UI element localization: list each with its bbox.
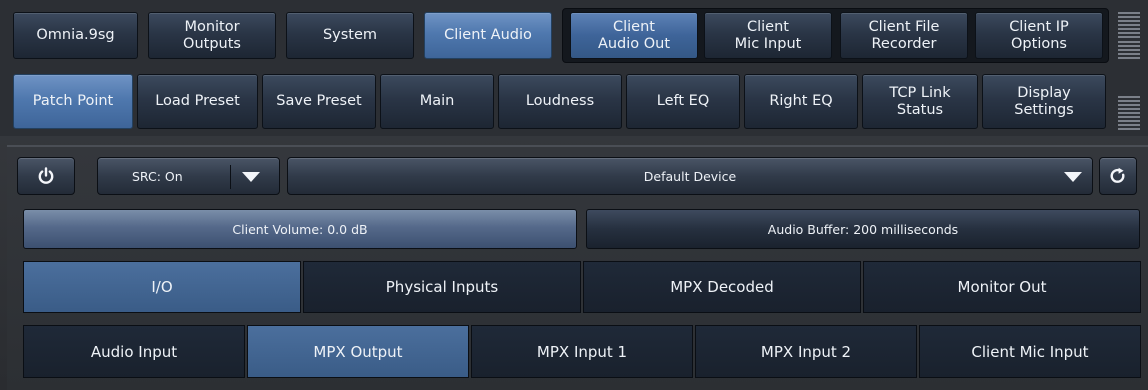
tab-monitor-out-label: Monitor Out [957,278,1047,296]
tab-client-audio-out[interactable]: Client Audio Out [570,12,698,59]
device-select[interactable]: Default Device [287,157,1093,195]
tab-main-label: Main [419,93,455,109]
tab-client-mic-input-source-label: Client Mic Input [971,342,1089,361]
tab-mpx-output[interactable]: MPX Output [247,325,469,378]
tab-io[interactable]: I/O [23,261,301,313]
device-chevron-down-icon [1064,172,1082,182]
tab-io-label: I/O [151,278,173,296]
tab-system-label: System [322,27,378,43]
tab-save-preset[interactable]: Save Preset [262,74,376,129]
tab-client-ip-options[interactable]: Client IP Options [975,12,1103,59]
tab-client-audio[interactable]: Client Audio [424,12,552,59]
device-select-label: Default Device [643,168,737,184]
tab-mpx-input-2-label: MPX Input 2 [760,342,852,361]
tab-client-mic-input-label: Client Mic Input [734,18,802,52]
top-tab-row: Omnia.9sg Monitor Outputs System Client … [0,0,1148,70]
tab-omnia-label: Omnia.9sg [36,27,115,43]
refresh-button[interactable] [1099,157,1137,195]
tab-client-audio-label: Client Audio [444,27,532,43]
grip-handle-sub[interactable] [1118,96,1140,130]
audio-out-panel: SRC: On Default Device Client Volume: 0.… [7,145,1148,390]
tab-client-mic-input[interactable]: Client Mic Input [704,12,832,59]
tab-system[interactable]: System [286,12,414,59]
client-volume-label: Client Volume: 0.0 dB [232,221,368,237]
tab-mpx-decoded[interactable]: MPX Decoded [583,261,861,313]
tab-omnia[interactable]: Omnia.9sg [13,12,138,59]
tab-mpx-input-1[interactable]: MPX Input 1 [471,325,693,378]
tab-client-file-recorder-label: Client File Recorder [868,18,940,52]
tab-client-mic-input-source[interactable]: Client Mic Input [919,325,1141,378]
audio-buffer-label: Audio Buffer: 200 milliseconds [767,221,959,237]
tab-patch-point-label: Patch Point [32,93,114,109]
power-icon [38,167,54,184]
tab-right-eq-label: Right EQ [769,93,833,109]
power-button[interactable] [17,157,75,195]
tab-client-file-recorder[interactable]: Client File Recorder [840,12,968,59]
tab-display-settings-label: Display Settings [1014,84,1074,118]
tab-left-eq-label: Left EQ [656,93,710,109]
audio-buffer-control[interactable]: Audio Buffer: 200 milliseconds [586,209,1140,249]
client-volume-control[interactable]: Client Volume: 0.0 dB [23,209,577,249]
sub-tab-row: Patch Point Load Preset Save Preset Main… [0,70,1148,136]
tab-mpx-decoded-label: MPX Decoded [670,278,774,296]
tab-loudness[interactable]: Loudness [498,74,622,129]
tab-monitor-outputs[interactable]: Monitor Outputs [148,12,276,59]
tab-monitor-outputs-label: Monitor Outputs [183,18,241,52]
tab-left-eq[interactable]: Left EQ [626,74,740,129]
tab-right-eq[interactable]: Right EQ [744,74,858,129]
src-divider [230,165,231,189]
src-select-label: SRC: On [132,168,183,184]
tab-mpx-input-2[interactable]: MPX Input 2 [695,325,917,378]
app-frame: Omnia.9sg Monitor Outputs System Client … [0,0,1148,390]
tab-tcp-link-status-label: TCP Link Status [889,84,951,118]
src-select[interactable]: SRC: On [97,157,280,195]
tab-client-audio-out-label: Client Audio Out [597,18,671,52]
tab-mpx-input-1-label: MPX Input 1 [536,342,628,361]
tab-client-ip-options-label: Client IP Options [1009,18,1069,52]
tab-physical-inputs[interactable]: Physical Inputs [303,261,581,313]
tab-load-preset-label: Load Preset [155,93,240,109]
grip-handle-top[interactable] [1118,12,1140,59]
tab-main[interactable]: Main [380,74,494,129]
tab-audio-input-label: Audio Input [90,342,178,361]
refresh-icon [1110,167,1125,183]
tab-mpx-output-label: MPX Output [313,342,403,361]
tab-audio-input[interactable]: Audio Input [23,325,245,378]
tab-loudness-label: Loudness [525,93,595,109]
chevron-down-icon [242,172,260,182]
tab-load-preset[interactable]: Load Preset [137,74,258,129]
tab-monitor-out[interactable]: Monitor Out [863,261,1141,313]
tab-display-settings[interactable]: Display Settings [982,74,1106,129]
tab-physical-inputs-label: Physical Inputs [385,278,499,296]
tab-tcp-link-status[interactable]: TCP Link Status [862,74,978,129]
tab-save-preset-label: Save Preset [276,93,362,109]
tab-patch-point[interactable]: Patch Point [13,74,133,129]
